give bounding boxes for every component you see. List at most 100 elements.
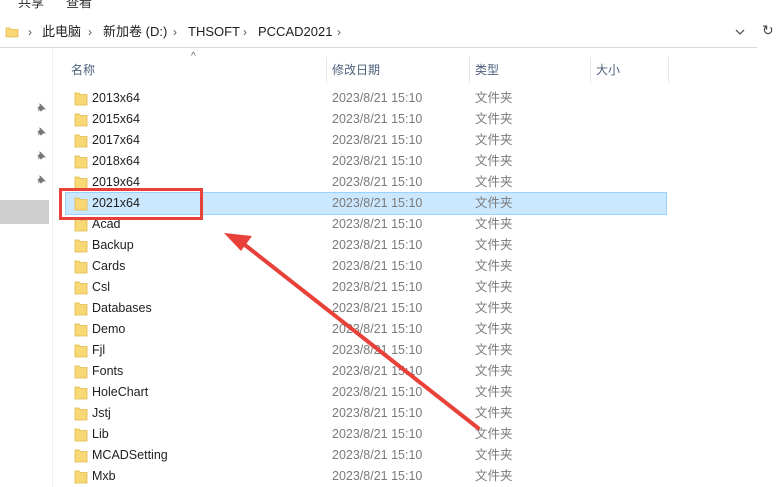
column-divider[interactable] xyxy=(668,57,669,83)
list-item[interactable]: Demo 2023/8/21 15:10 文件夹 xyxy=(66,319,666,340)
list-item[interactable]: 2018x64 2023/8/21 15:10 文件夹 xyxy=(66,151,666,172)
pin-icon[interactable] xyxy=(35,126,47,138)
column-divider[interactable] xyxy=(326,57,327,83)
file-name[interactable]: 2018x64 xyxy=(92,151,140,172)
file-type: 文件夹 xyxy=(475,154,513,168)
modified-date: 2023/8/21 15:10 xyxy=(332,91,423,105)
folder-icon xyxy=(74,386,88,400)
breadcrumb-drive-d[interactable]: 新加卷 (D:) xyxy=(103,16,167,48)
modified-date: 2023/8/21 15:10 xyxy=(332,112,423,126)
modified-date: 2023/8/21 15:10 xyxy=(332,406,423,420)
nav-selected-item[interactable] xyxy=(0,200,49,224)
file-name[interactable]: 2015x64 xyxy=(92,109,140,130)
file-name[interactable]: Jstj xyxy=(92,403,111,424)
column-header-size[interactable]: 大小 xyxy=(596,57,620,83)
column-divider[interactable] xyxy=(590,57,591,83)
file-name[interactable]: Databases xyxy=(92,298,152,319)
tab-view[interactable]: 查看 xyxy=(66,0,92,11)
file-list: 2013x64 2023/8/21 15:10 文件夹 2015x64 2023/8/2… xyxy=(65,88,667,487)
column-header-name[interactable]: 名称 xyxy=(71,57,95,83)
pin-icon[interactable] xyxy=(35,174,47,186)
column-header-type[interactable]: 类型 xyxy=(475,57,499,83)
list-item[interactable]: 2013x64 2023/8/21 15:10 文件夹 xyxy=(66,88,666,109)
annotation-highlight-box xyxy=(59,188,203,220)
list-item[interactable]: Cards 2023/8/21 15:10 文件夹 xyxy=(66,256,666,277)
pin-icon[interactable] xyxy=(35,102,47,114)
chevron-right-icon[interactable]: › xyxy=(243,16,247,48)
list-item[interactable]: Fonts 2023/8/21 15:10 文件夹 xyxy=(66,361,666,382)
chevron-right-icon[interactable]: › xyxy=(173,16,177,48)
file-name[interactable]: Fjl xyxy=(92,340,105,361)
file-type: 文件夹 xyxy=(475,301,513,315)
file-type: 文件夹 xyxy=(475,91,513,105)
list-item[interactable]: MCADSetting 2023/8/21 15:10 文件夹 xyxy=(66,445,666,466)
modified-date: 2023/8/21 15:10 xyxy=(332,217,423,231)
modified-date: 2023/8/21 15:10 xyxy=(332,385,423,399)
folder-icon xyxy=(74,134,88,148)
column-header-date[interactable]: 修改日期 xyxy=(332,57,380,83)
address-bar[interactable]: › 此电脑 › 新加卷 (D:) › THSOFT › PCCAD2021 › xyxy=(0,16,757,48)
chevron-right-icon[interactable]: › xyxy=(337,16,341,48)
folder-icon xyxy=(74,470,88,484)
file-type: 文件夹 xyxy=(475,385,513,399)
file-type: 文件夹 xyxy=(475,112,513,126)
file-name[interactable]: Fonts xyxy=(92,361,123,382)
navigation-pane xyxy=(0,48,53,487)
file-name[interactable]: Cards xyxy=(92,256,125,277)
sort-ascending-icon: ^ xyxy=(191,51,196,62)
refresh-icon[interactable]: ↻ xyxy=(762,22,779,44)
folder-icon xyxy=(5,27,19,38)
modified-date: 2023/8/21 15:10 xyxy=(332,448,423,462)
modified-date: 2023/8/21 15:10 xyxy=(332,196,423,210)
folder-icon xyxy=(74,344,88,358)
list-item[interactable]: Lib 2023/8/21 15:10 文件夹 xyxy=(66,424,666,445)
list-item[interactable]: Backup 2023/8/21 15:10 文件夹 xyxy=(66,235,666,256)
breadcrumb-pccad2021[interactable]: PCCAD2021 xyxy=(258,16,332,48)
tab-share[interactable]: 共享 xyxy=(18,0,44,11)
file-type: 文件夹 xyxy=(475,364,513,378)
file-name[interactable]: HoleChart xyxy=(92,382,148,403)
file-type: 文件夹 xyxy=(475,196,513,210)
file-type: 文件夹 xyxy=(475,469,513,483)
folder-icon xyxy=(74,92,88,106)
folder-icon xyxy=(74,323,88,337)
column-divider[interactable] xyxy=(469,57,470,83)
file-name[interactable]: Csl xyxy=(92,277,110,298)
folder-icon xyxy=(74,239,88,253)
breadcrumb-this-pc[interactable]: 此电脑 xyxy=(42,16,81,48)
file-type: 文件夹 xyxy=(475,322,513,336)
chevron-down-icon[interactable] xyxy=(733,24,747,40)
ribbon-tabs: 共享 查看 xyxy=(0,0,779,10)
list-item[interactable]: Fjl 2023/8/21 15:10 文件夹 xyxy=(66,340,666,361)
modified-date: 2023/8/21 15:10 xyxy=(332,175,423,189)
chevron-right-icon[interactable]: › xyxy=(28,16,32,48)
folder-icon xyxy=(74,428,88,442)
modified-date: 2023/8/21 15:10 xyxy=(332,469,423,483)
modified-date: 2023/8/21 15:10 xyxy=(332,154,423,168)
chevron-right-icon[interactable]: › xyxy=(88,16,92,48)
pin-icon[interactable] xyxy=(35,150,47,162)
file-type: 文件夹 xyxy=(475,217,513,231)
list-item[interactable]: Jstj 2023/8/21 15:10 文件夹 xyxy=(66,403,666,424)
list-item[interactable]: HoleChart 2023/8/21 15:10 文件夹 xyxy=(66,382,666,403)
modified-date: 2023/8/21 15:10 xyxy=(332,280,423,294)
breadcrumb-thsoft[interactable]: THSOFT xyxy=(188,16,240,48)
file-name[interactable]: Mxb xyxy=(92,466,116,487)
modified-date: 2023/8/21 15:10 xyxy=(332,238,423,252)
file-type: 文件夹 xyxy=(475,259,513,273)
modified-date: 2023/8/21 15:10 xyxy=(332,322,423,336)
list-item[interactable]: Mxb 2023/8/21 15:10 文件夹 xyxy=(66,466,666,487)
list-item[interactable]: 2017x64 2023/8/21 15:10 文件夹 xyxy=(66,130,666,151)
file-type: 文件夹 xyxy=(475,238,513,252)
file-name[interactable]: 2013x64 xyxy=(92,88,140,109)
file-name[interactable]: Lib xyxy=(92,424,109,445)
list-item[interactable]: Csl 2023/8/21 15:10 文件夹 xyxy=(66,277,666,298)
file-name[interactable]: 2017x64 xyxy=(92,130,140,151)
file-type: 文件夹 xyxy=(475,133,513,147)
list-item[interactable]: 2015x64 2023/8/21 15:10 文件夹 xyxy=(66,109,666,130)
list-item[interactable]: Databases 2023/8/21 15:10 文件夹 xyxy=(66,298,666,319)
file-name[interactable]: Demo xyxy=(92,319,125,340)
modified-date: 2023/8/21 15:10 xyxy=(332,427,423,441)
file-name[interactable]: Backup xyxy=(92,235,134,256)
file-name[interactable]: MCADSetting xyxy=(92,445,168,466)
